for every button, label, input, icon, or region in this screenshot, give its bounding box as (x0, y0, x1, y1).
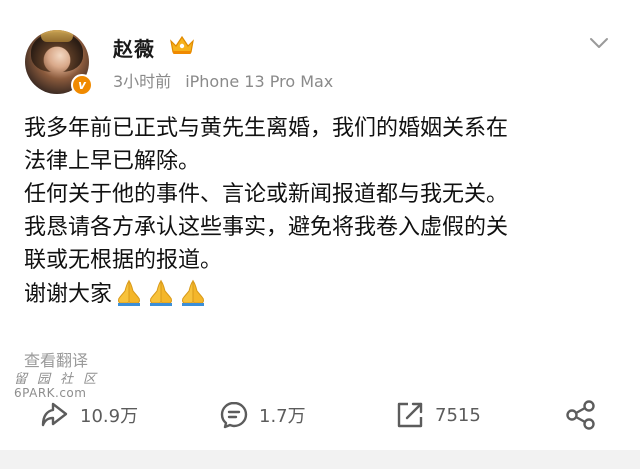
share-button[interactable] (565, 399, 607, 431)
post-time: 3小时前 (113, 72, 172, 91)
post-device[interactable]: iPhone 13 Pro Max (185, 72, 333, 91)
verified-badge-icon: v (71, 74, 93, 96)
content-line: 任何关于他的事件、言论或新闻报道都与我无关。 (24, 182, 509, 207)
praying-hands-icon (182, 279, 205, 306)
watermark-cn: 留园社区 (14, 372, 107, 387)
vip-crown-icon (170, 35, 194, 54)
comment-icon (220, 401, 248, 429)
content-line: 我多年前已正式与黄先生离婚，我们的婚姻关系在 (24, 116, 509, 141)
weibo-post-card: v 赵薇 3小时前 iPhone 13 Pro Max 我多年前已正式与黄先生离婚… (0, 0, 640, 469)
like-button[interactable]: 7515 (395, 399, 481, 431)
action-bar: 10.9万 1.7万 7515 (0, 395, 640, 435)
share-icon (566, 400, 595, 430)
author-name[interactable]: 赵薇 (113, 33, 155, 62)
praying-hands-icon (118, 279, 141, 306)
post-content: 我多年前已正式与黄先生离婚，我们的婚姻关系在 法律上早已解除。 任何关于他的事件… (24, 112, 624, 311)
emoji-row (112, 279, 208, 307)
post-meta: 3小时前 iPhone 13 Pro Max (113, 68, 333, 92)
like-count: 7515 (435, 404, 481, 426)
repost-count: 10.9万 (80, 406, 139, 427)
bottom-divider (0, 450, 640, 469)
chevron-down-icon[interactable] (588, 36, 610, 50)
comment-count: 1.7万 (259, 406, 306, 427)
share-box-icon (397, 402, 423, 428)
content-line: 联或无根据的报道。 (24, 248, 223, 273)
praying-hands-icon (150, 279, 173, 306)
comment-button[interactable]: 1.7万 (219, 399, 306, 431)
avatar[interactable]: v (25, 30, 93, 96)
repost-button[interactable]: 10.9万 (40, 399, 138, 431)
content-line: 我恳请各方承认这些事实，避免将我卷入虚假的关 (24, 215, 509, 240)
content-line: 谢谢大家 (24, 282, 113, 307)
repost-icon (41, 402, 68, 427)
content-line: 法律上早已解除。 (24, 149, 201, 174)
content-line-last: 谢谢大家 (24, 277, 624, 311)
